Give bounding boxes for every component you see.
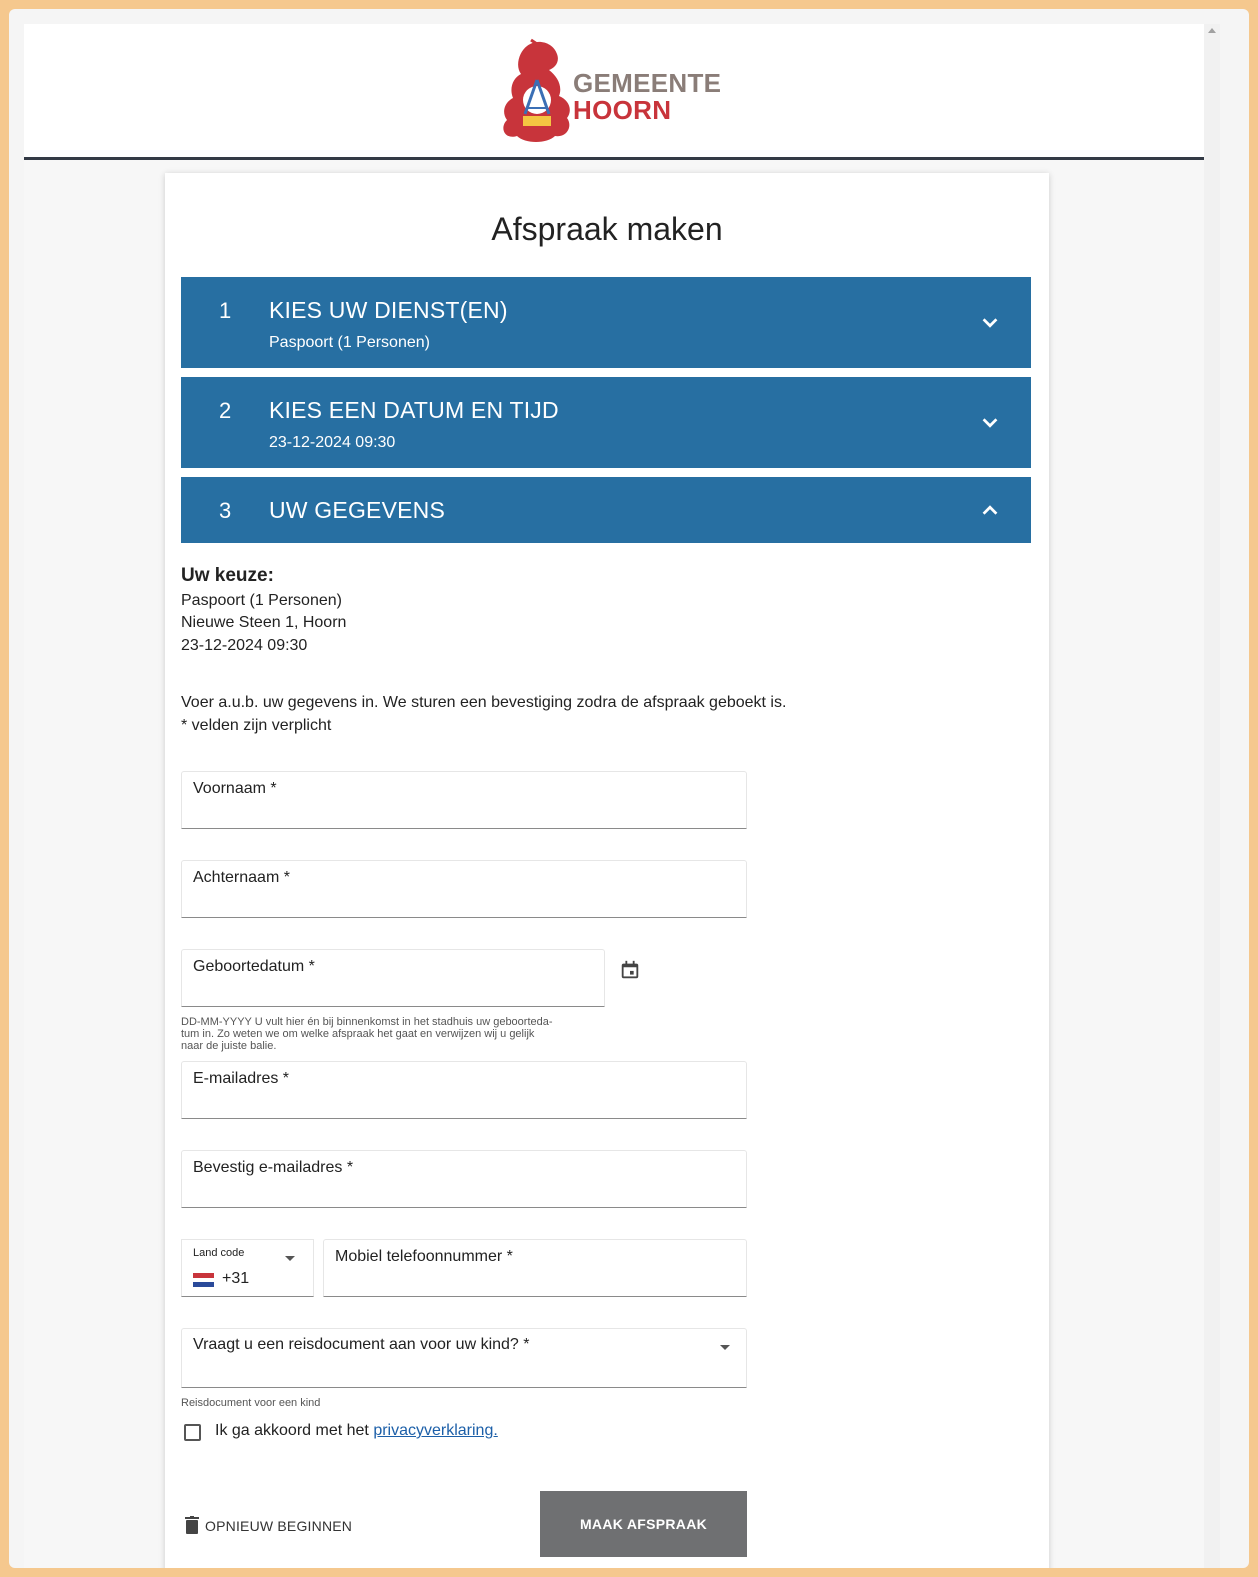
country-code-select[interactable]: Land code +31 xyxy=(181,1239,314,1297)
netherlands-flag-icon xyxy=(193,1273,214,1287)
email-field[interactable]: E-mailadres * xyxy=(181,1061,747,1119)
firstname-label: Voornaam * xyxy=(193,780,277,797)
chevron-down-icon[interactable] xyxy=(979,312,1001,334)
hint-line: tum in. Zo weten we om welke afspraak he… xyxy=(181,1028,535,1040)
lastname-field[interactable]: Achternaam * xyxy=(181,860,747,918)
choice-heading: Uw keuze: xyxy=(181,565,274,586)
step-title: UW GEGEVENS xyxy=(269,497,446,523)
step-2-date-time[interactable]: 2 KIES EEN DATUM EN TIJD 23-12-2024 09:3… xyxy=(181,377,1031,468)
privacy-checkbox[interactable] xyxy=(184,1424,201,1441)
email-label: E-mailadres * xyxy=(193,1070,290,1087)
firstname-field[interactable]: Voornaam * xyxy=(181,771,747,829)
email-confirm-field[interactable]: Bevestig e-mailadres * xyxy=(181,1150,747,1208)
step-title: KIES EEN DATUM EN TIJD xyxy=(269,397,559,423)
dropdown-caret-icon xyxy=(720,1345,730,1350)
intro-line: Voer a.u.b. uw gegevens in. We sturen ee… xyxy=(181,694,787,711)
page-title: Afspraak maken xyxy=(491,211,723,247)
scroll-up-arrow-icon[interactable] xyxy=(1208,28,1216,33)
gemeente-hoorn-logo[interactable]: GEMEENTE HOORN xyxy=(497,36,727,146)
trash-icon xyxy=(185,1516,199,1534)
site-header: GEMEENTE HOORN xyxy=(24,24,1220,160)
child-document-label: Vraagt u een reisdocument aan voor uw ki… xyxy=(193,1336,530,1353)
choice-datetime: 23-12-2024 09:30 xyxy=(181,636,308,654)
choice-summary: Uw keuze: Paspoort (1 Personen) Nieuwe S… xyxy=(181,565,346,657)
birthdate-field[interactable]: Geboortedatum * xyxy=(181,949,605,1007)
logo-line-1: GEMEENTE xyxy=(573,68,722,98)
hint-line: naar de juiste balie. xyxy=(181,1040,277,1052)
calendar-icon[interactable] xyxy=(619,959,641,981)
child-document-select[interactable]: Vraagt u een reisdocument aan voor uw ki… xyxy=(181,1328,747,1388)
birthdate-hint: DD-MM-YYYY U vult hier én bij binnenkoms… xyxy=(181,1016,553,1052)
intro-text: Voer a.u.b. uw gegevens in. We sturen ee… xyxy=(181,691,786,737)
scrollbar[interactable] xyxy=(1204,24,1220,1568)
birthdate-label: Geboortedatum * xyxy=(193,958,315,975)
privacy-consent: Ik ga akkoord met het privacyverklaring. xyxy=(215,1422,498,1440)
step-number: 2 xyxy=(219,398,232,423)
unicorn-logo-icon xyxy=(503,38,570,143)
child-document-hint: Reisdocument voor een kind xyxy=(181,1397,321,1409)
step-subtitle: Paspoort (1 Personen) xyxy=(269,334,430,351)
dropdown-caret-icon xyxy=(285,1256,295,1261)
privacy-link[interactable]: privacyverklaring. xyxy=(373,1422,497,1439)
step-title: KIES UW DIENST(EN) xyxy=(269,297,508,323)
email-confirm-label: Bevestig e-mailadres * xyxy=(193,1159,354,1176)
required-note: * velden zijn verplicht xyxy=(181,717,332,734)
hint-line: DD-MM-YYYY U vult hier én bij binnenkoms… xyxy=(181,1016,553,1028)
lastname-label: Achternaam * xyxy=(193,869,290,886)
country-code-label: Land code xyxy=(193,1247,245,1259)
make-appointment-button[interactable]: MAAK AFSPRAAK xyxy=(540,1491,747,1557)
chevron-up-icon[interactable] xyxy=(979,499,1001,521)
phone-label: Mobiel telefoonnummer * xyxy=(335,1248,513,1265)
choice-service: Paspoort (1 Personen) xyxy=(181,591,342,609)
logo-wordmark: GEMEENTE HOORN xyxy=(573,70,721,124)
choice-location: Nieuwe Steen 1, Hoorn xyxy=(181,614,347,631)
chevron-down-icon[interactable] xyxy=(979,412,1001,434)
step-subtitle: 23-12-2024 09:30 xyxy=(269,434,396,451)
appointment-card: Afspraak maken 1 KIES UW DIENST(EN) Pasp… xyxy=(165,173,1049,1568)
step-number: 3 xyxy=(219,498,232,523)
step-number: 1 xyxy=(219,298,232,323)
logo-line-2: HOORN xyxy=(573,95,672,125)
restart-label: OPNIEUW BEGINNEN xyxy=(205,1518,353,1534)
step-1-services[interactable]: 1 KIES UW DIENST(EN) Paspoort (1 Persone… xyxy=(181,277,1031,368)
country-code-value: +31 xyxy=(222,1270,250,1287)
consent-text: Ik ga akkoord met het xyxy=(215,1422,374,1439)
browser-frame: GEMEENTE HOORN Afspraak maken 1 KIES UW … xyxy=(9,9,1249,1568)
page-viewport: GEMEENTE HOORN Afspraak maken 1 KIES UW … xyxy=(24,24,1220,1568)
restart-button[interactable]: OPNIEUW BEGINNEN xyxy=(185,1516,352,1534)
phone-field[interactable]: Mobiel telefoonnummer * xyxy=(323,1239,747,1297)
step-3-details[interactable]: 3 UW GEGEVENS xyxy=(181,477,1031,543)
